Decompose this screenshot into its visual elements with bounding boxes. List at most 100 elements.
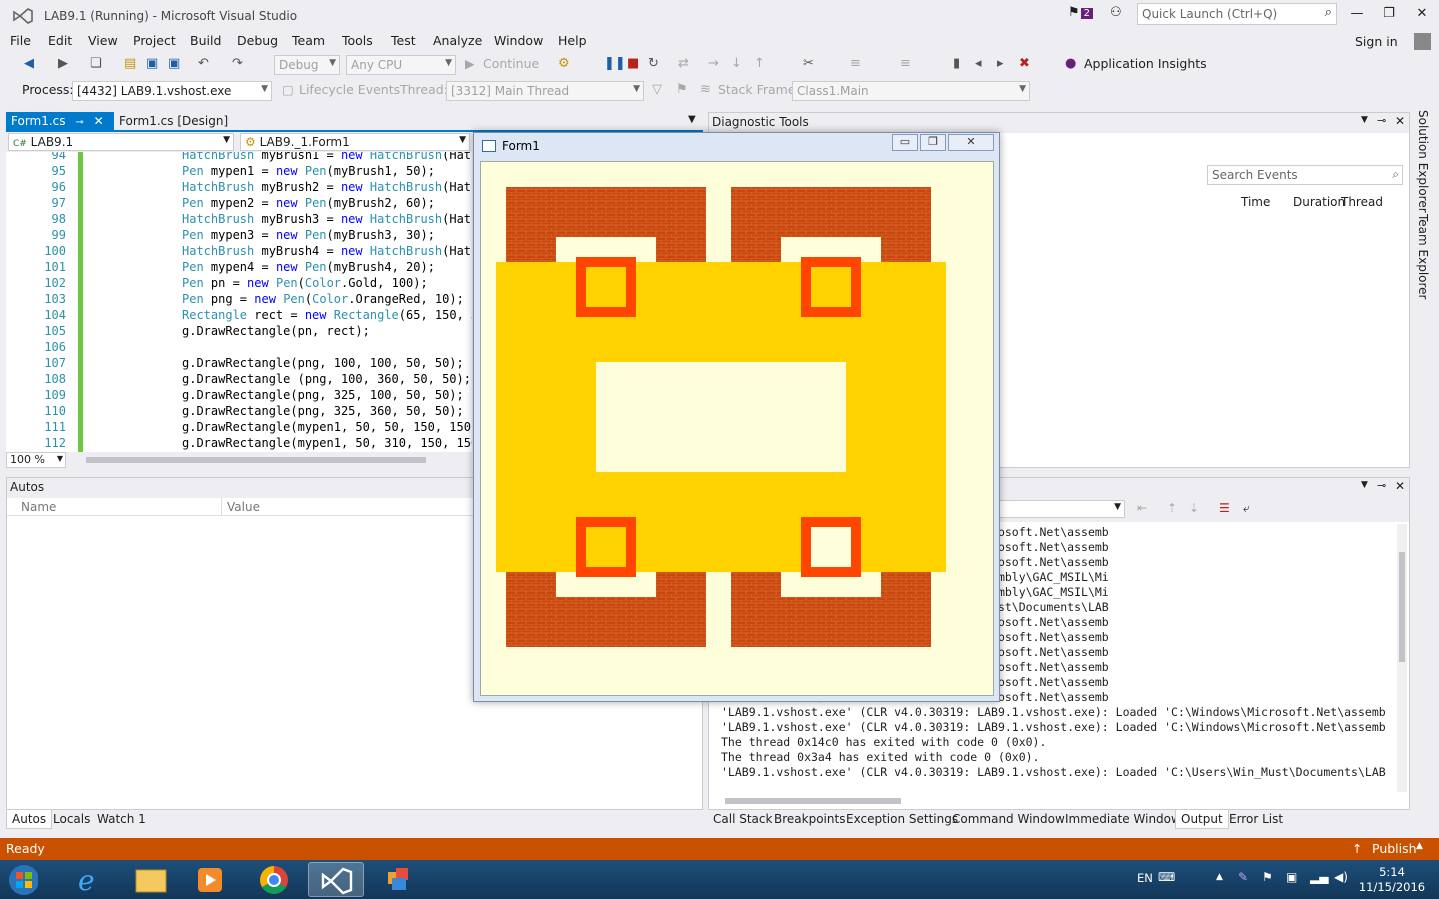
filter-icon[interactable]: ▽ (652, 82, 662, 97)
previous-message-icon[interactable]: ⇡ (1167, 501, 1177, 515)
start-button[interactable] (2, 862, 50, 897)
language-indicator[interactable]: EN (1137, 871, 1153, 885)
solution-platform-select[interactable]: Any CPU ▼ (346, 55, 456, 75)
application-insights-button[interactable]: Application Insights (1084, 56, 1207, 71)
taskbar-media-player[interactable] (182, 862, 238, 897)
taskbar-internet-explorer[interactable]: e (62, 862, 118, 897)
find-message-icon[interactable]: ⇤ (1137, 501, 1147, 515)
output-horizontal-scrollbar[interactable] (725, 798, 901, 804)
restore-button[interactable]: ❐ (1379, 6, 1399, 21)
tab-immediate-window[interactable]: Immediate Window (1060, 810, 1186, 828)
action-center-icon[interactable]: ⚑ (1262, 870, 1273, 884)
forward-icon[interactable]: ▶ (58, 56, 68, 71)
menu-help[interactable]: Help (558, 33, 587, 48)
column-value[interactable]: Value (227, 500, 260, 514)
column-divider[interactable] (221, 498, 222, 516)
tab-watch-1[interactable]: Watch 1 (92, 810, 151, 828)
tab-autos[interactable]: Autos (6, 810, 53, 829)
tab-output[interactable]: Output (1175, 810, 1229, 829)
form1-close-button[interactable]: ✕ (948, 134, 994, 151)
back-icon[interactable]: ◀ (24, 56, 34, 71)
step-into-icon[interactable]: → (708, 56, 719, 71)
column-name[interactable]: Name (21, 500, 56, 514)
form1-maximize-button[interactable]: ❐ (920, 134, 946, 151)
save-all-icon[interactable]: ▣ (168, 56, 180, 71)
attach-icon[interactable]: ⚙ (558, 56, 570, 71)
column-time[interactable]: Time (1241, 195, 1270, 209)
show-next-statement-icon[interactable]: ⇄ (678, 56, 689, 71)
menu-debug[interactable]: Debug (237, 33, 278, 48)
menu-analyze[interactable]: Analyze (433, 33, 482, 48)
break-all-icon[interactable]: ❚❚ (604, 56, 626, 71)
taskbar-form1-app[interactable] (370, 862, 426, 897)
pin-icon[interactable]: ⊸ (75, 117, 83, 128)
menu-file[interactable]: File (10, 33, 31, 48)
form1-minimize-button[interactable]: ▭ (892, 134, 918, 151)
clock[interactable]: 5:14 11/15/2016 (1352, 865, 1432, 895)
undo-icon[interactable]: ↶ (198, 56, 209, 71)
tab-team-explorer[interactable]: Team Explorer (1416, 214, 1430, 300)
hexadecimal-icon[interactable]: ✂ (803, 56, 814, 71)
continue-button[interactable]: Continue (483, 56, 539, 71)
tab-breakpoints[interactable]: Breakpoints (769, 810, 850, 828)
flag-thread-icon[interactable]: ⚑ (676, 82, 688, 97)
clear-all-icon[interactable]: ☰ (1219, 501, 1230, 515)
tab-form1-cs[interactable]: Form1.cs ⊸ ✕ (6, 112, 114, 130)
close-tab-icon[interactable]: ✕ (94, 114, 104, 128)
volume-icon[interactable]: ◀) (1334, 870, 1348, 884)
zoom-select[interactable]: 100 % ▼ (6, 452, 66, 468)
prev-bookmark-icon[interactable]: ◂ (975, 56, 982, 71)
taskbar-visual-studio[interactable] (308, 862, 364, 897)
bookmark-icon[interactable]: ▮ (953, 56, 960, 71)
notification-flag[interactable]: ⚑ 2 (1068, 5, 1094, 20)
sign-in-link[interactable]: Sign in (1355, 34, 1398, 49)
close-icon[interactable]: ✕ (1395, 114, 1405, 128)
publish-button[interactable]: Publish (1372, 841, 1417, 856)
tab-form1-design[interactable]: Form1.cs [Design] ⊸ (114, 112, 240, 142)
clear-bookmarks-icon[interactable]: ✖ (1019, 56, 1030, 71)
form1-drawing-surface[interactable] (480, 161, 994, 696)
thread-select[interactable]: [3312] Main Thread ▼ (446, 81, 644, 101)
menu-view[interactable]: View (88, 33, 118, 48)
stack-frame-select[interactable]: Class1.Main ▼ (792, 81, 1030, 101)
type-navigation-select[interactable]: ⚙ LAB9._1.Form1 ▼ (240, 133, 470, 151)
pen-icon[interactable]: ✎ (1238, 870, 1248, 884)
tab-command-window[interactable]: Command Window (947, 810, 1070, 828)
column-thread[interactable]: Thread (1341, 195, 1383, 209)
quick-launch-input[interactable]: Quick Launch (Ctrl+Q) ⌕ (1137, 3, 1337, 25)
panel-menu-icon[interactable]: ▼ (1361, 115, 1368, 125)
menu-window[interactable]: Window (494, 33, 543, 48)
tab-locals[interactable]: Locals (48, 810, 95, 828)
keyboard-icon[interactable]: ⌨ (1158, 870, 1175, 884)
show-hidden-icons-icon[interactable]: ▲ (1216, 872, 1223, 882)
close-icon[interactable]: ✕ (1395, 479, 1405, 493)
new-project-icon[interactable]: ❏ (90, 56, 102, 71)
editor-horizontal-scrollbar[interactable] (86, 457, 426, 463)
pin-icon[interactable]: ⊸ (1377, 114, 1386, 127)
close-button[interactable]: ✕ (1412, 6, 1432, 21)
panel-menu-icon[interactable]: ▼ (1361, 480, 1368, 490)
open-file-icon[interactable]: ▤ (124, 56, 136, 71)
form1-window[interactable]: Form1 ▭ ❐ ✕ (473, 132, 1000, 702)
stop-debugging-icon[interactable]: ■ (627, 56, 639, 71)
menu-test[interactable]: Test (391, 33, 416, 48)
next-message-icon[interactable]: ⇣ (1189, 501, 1199, 515)
indent-icon[interactable]: ≡ (900, 56, 911, 71)
chevron-up-icon[interactable]: ▲ (1416, 841, 1423, 851)
menu-team[interactable]: Team (292, 33, 325, 48)
next-bookmark-icon[interactable]: ▸ (997, 56, 1004, 71)
output-vertical-scrollbar[interactable] (1397, 524, 1407, 792)
device-icon[interactable]: ▣ (1286, 870, 1297, 884)
step-out-icon[interactable]: ↑ (754, 56, 765, 71)
tab-overflow-icon[interactable]: ▼ (688, 114, 696, 125)
word-wrap-icon[interactable]: ⤶ (1243, 501, 1250, 516)
comment-icon[interactable]: ≡ (850, 56, 861, 71)
taskbar-file-explorer[interactable] (122, 862, 178, 897)
lifecycle-events-button[interactable]: Lifecycle Events (299, 82, 400, 97)
solution-configuration-select[interactable]: Debug ▼ (274, 55, 340, 75)
menu-build[interactable]: Build (190, 33, 221, 48)
menu-tools[interactable]: Tools (342, 33, 373, 48)
pin-icon[interactable]: ⊸ (1377, 479, 1386, 492)
network-icon[interactable]: ▂▄ (1310, 870, 1328, 884)
minimize-button[interactable]: — (1347, 6, 1367, 21)
